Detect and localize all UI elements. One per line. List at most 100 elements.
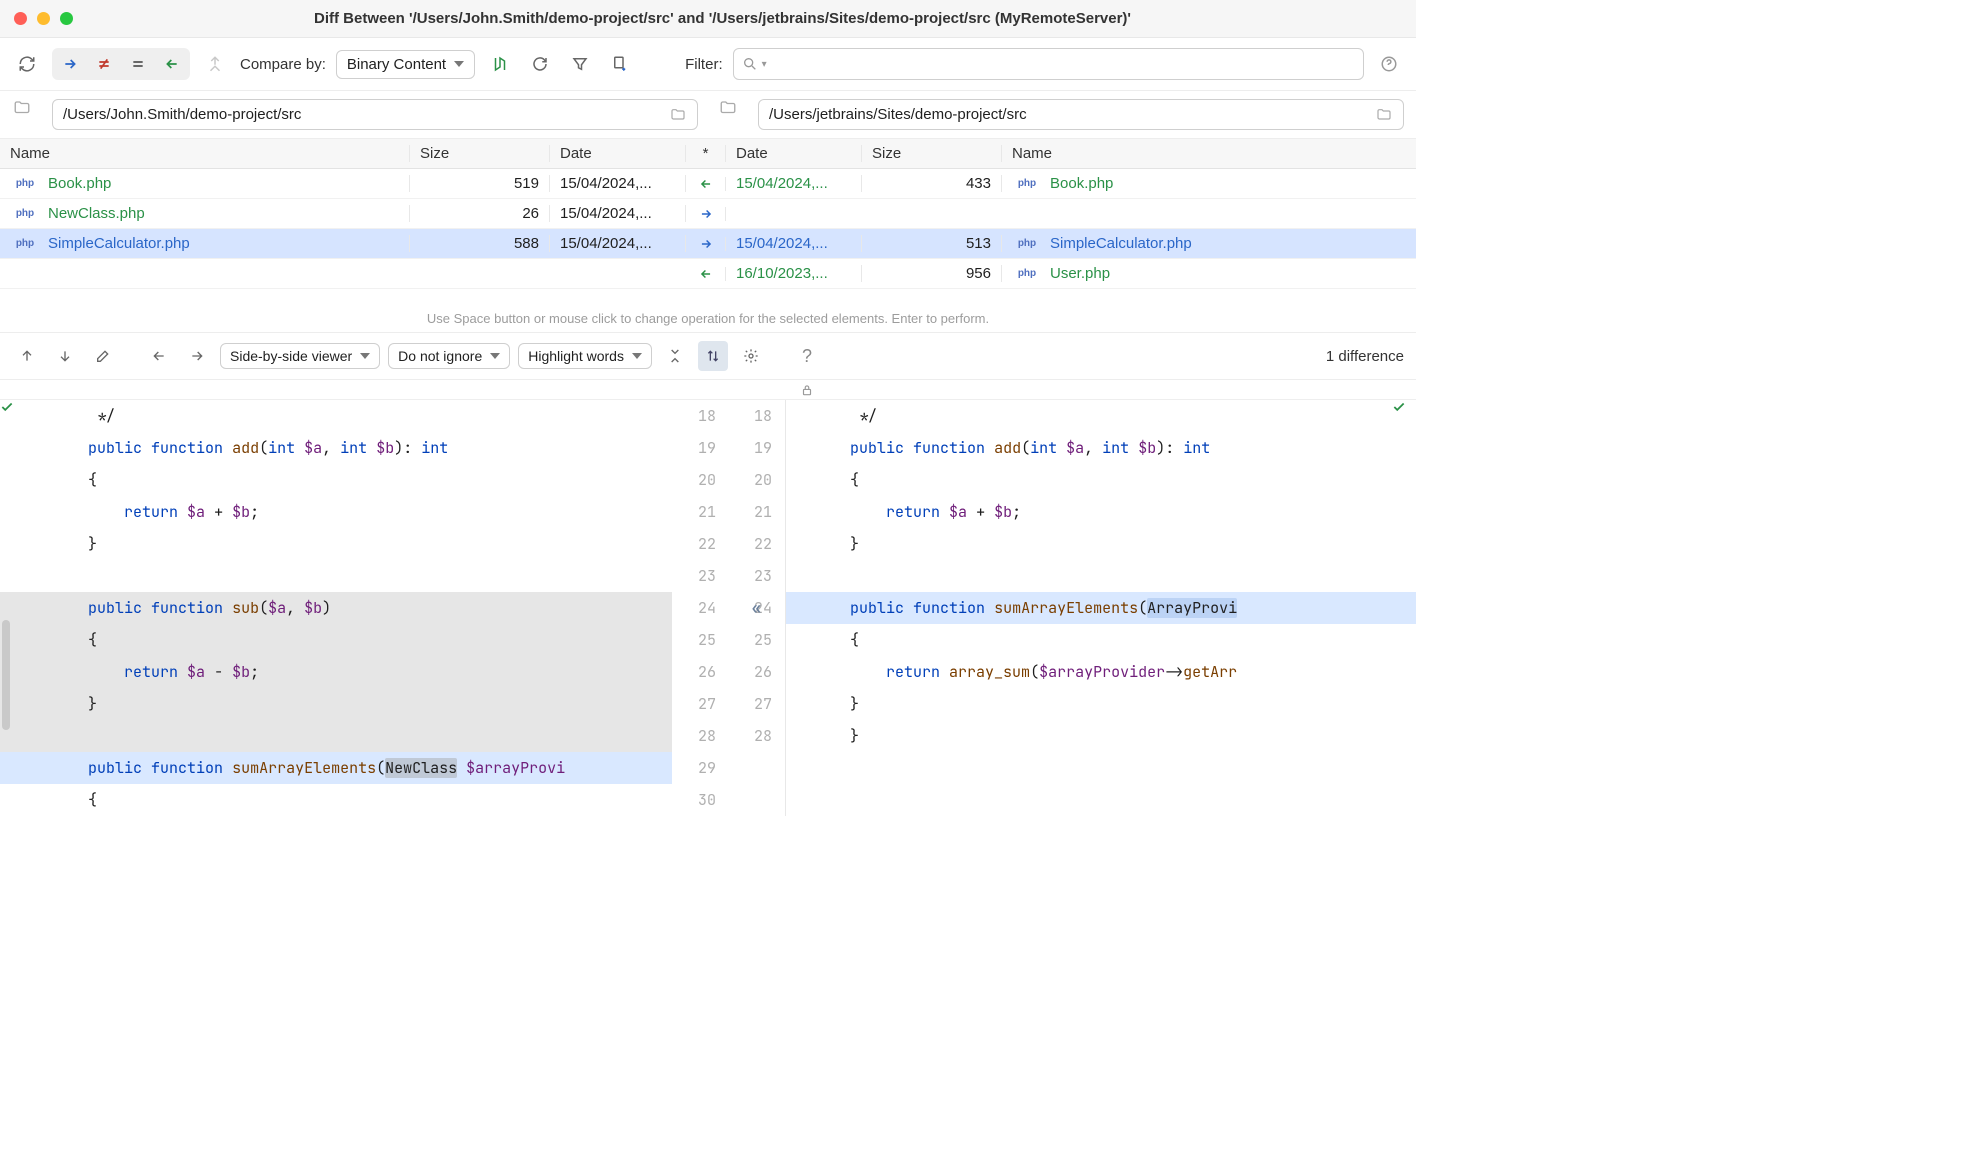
refresh-icon[interactable]: [12, 49, 42, 79]
left-code-pane[interactable]: */ public function add(int $a, int $b): …: [0, 400, 672, 816]
table-row[interactable]: 16/10/2023,... 956 phpUser.php: [0, 259, 1416, 289]
code-line[interactable]: [786, 784, 1392, 816]
maximize-window-button[interactable]: [60, 12, 73, 25]
code-line[interactable]: return $a - $b;: [24, 656, 672, 688]
file-size: 26: [410, 205, 550, 222]
file-date: 15/04/2024,...: [550, 205, 686, 222]
code-line[interactable]: return $a + $b;: [786, 496, 1392, 528]
line-number-left: 27: [672, 688, 728, 720]
highlight-mode-select[interactable]: Highlight words: [518, 343, 652, 369]
php-icon: php: [10, 178, 40, 189]
php-icon: php: [1012, 268, 1042, 279]
viewer-mode-select[interactable]: Side-by-side viewer: [220, 343, 380, 369]
code-line[interactable]: [786, 752, 1392, 784]
php-icon: php: [10, 208, 40, 219]
code-line[interactable]: public function sumArrayElements(NewClas…: [24, 752, 672, 784]
code-line[interactable]: public function sub($a, $b): [24, 592, 672, 624]
code-line[interactable]: {: [24, 464, 672, 496]
op-arrow[interactable]: [686, 177, 726, 191]
copy-left-icon[interactable]: [156, 50, 188, 78]
copy-right-icon[interactable]: [54, 50, 86, 78]
col-date[interactable]: Date: [550, 145, 686, 162]
minimize-window-button[interactable]: [37, 12, 50, 25]
gutter-status: [1392, 528, 1416, 560]
titlebar: Diff Between '/Users/John.Smith/demo-pro…: [0, 0, 1416, 38]
line-number-left: 24: [672, 592, 728, 624]
code-line[interactable]: }: [786, 720, 1392, 752]
gutter-status: [0, 592, 24, 624]
code-line[interactable]: }: [786, 528, 1392, 560]
code-line[interactable]: */: [24, 400, 672, 432]
code-line[interactable]: {: [786, 464, 1392, 496]
not-equal-icon[interactable]: [88, 50, 120, 78]
sync-all-icon[interactable]: [485, 49, 515, 79]
sync-scroll-icon[interactable]: [698, 341, 728, 371]
gutter-status: [0, 560, 24, 592]
code-line[interactable]: public function add(int $a, int $b): int: [24, 432, 672, 464]
code-line[interactable]: {: [24, 784, 672, 816]
table-row[interactable]: phpBook.php 519 15/04/2024,... 15/04/202…: [0, 169, 1416, 199]
hint-text: Use Space button or mouse click to chang…: [0, 289, 1416, 332]
code-line[interactable]: {: [24, 624, 672, 656]
filter-icon[interactable]: [565, 49, 595, 79]
ignore-mode-select[interactable]: Do not ignore: [388, 343, 510, 369]
op-arrow[interactable]: [686, 207, 726, 221]
code-line[interactable]: [24, 560, 672, 592]
line-number-left: 19: [672, 432, 728, 464]
apply-left-icon[interactable]: «: [752, 592, 761, 624]
code-line[interactable]: public function add(int $a, int $b): int: [786, 432, 1392, 464]
close-window-button[interactable]: [14, 12, 27, 25]
code-line[interactable]: */: [786, 400, 1392, 432]
gutter-status: [1392, 656, 1416, 688]
line-gutter: 1818191920202121222223232424«25252626272…: [672, 400, 786, 816]
col-size2[interactable]: Size: [862, 145, 1002, 162]
add-file-icon[interactable]: [605, 49, 635, 79]
code-line[interactable]: return $a + $b;: [24, 496, 672, 528]
code-line[interactable]: }: [786, 688, 1392, 720]
code-line[interactable]: return array_sum($arrayProvider->getArr: [786, 656, 1392, 688]
right-path-field[interactable]: /Users/jetbrains/Sites/demo-project/src: [758, 99, 1404, 130]
browse-icon[interactable]: [1375, 107, 1393, 123]
next-diff-icon[interactable]: [182, 341, 212, 371]
line-number-right: [728, 752, 784, 784]
merge-icon[interactable]: [200, 49, 230, 79]
line-number-left: 28: [672, 720, 728, 752]
code-line[interactable]: }: [24, 528, 672, 560]
scrollbar-left[interactable]: [2, 620, 10, 730]
compare-by-select[interactable]: Binary Content: [336, 50, 475, 79]
code-line[interactable]: {: [786, 624, 1392, 656]
next-file-icon[interactable]: [50, 341, 80, 371]
prev-file-icon[interactable]: [12, 341, 42, 371]
browse-icon[interactable]: [669, 107, 687, 123]
cycle-icon[interactable]: [525, 49, 555, 79]
file-size: 513: [862, 235, 1002, 252]
gutter-status: [0, 784, 24, 816]
code-line[interactable]: [786, 560, 1392, 592]
equal-icon[interactable]: [122, 50, 154, 78]
collapse-icon[interactable]: [660, 341, 690, 371]
code-line[interactable]: public function sumArrayElements(ArrayPr…: [786, 592, 1392, 624]
col-date2[interactable]: Date: [726, 145, 862, 162]
table-row[interactable]: phpSimpleCalculator.php 588 15/04/2024,.…: [0, 229, 1416, 259]
op-arrow[interactable]: [686, 237, 726, 251]
settings-icon[interactable]: [736, 341, 766, 371]
gutter-status: [0, 496, 24, 528]
right-code-pane[interactable]: */ public function add(int $a, int $b): …: [786, 400, 1416, 816]
table-row[interactable]: phpNewClass.php 26 15/04/2024,...: [0, 199, 1416, 229]
gutter-status: [1392, 624, 1416, 656]
filter-input[interactable]: [767, 56, 1355, 73]
help2-icon[interactable]: ?: [792, 341, 822, 371]
code-line[interactable]: }: [24, 688, 672, 720]
edit-icon[interactable]: [88, 341, 118, 371]
php-icon: php: [1012, 178, 1042, 189]
col-size[interactable]: Size: [410, 145, 550, 162]
op-arrow[interactable]: [686, 267, 726, 281]
col-name[interactable]: Name: [0, 145, 410, 162]
col-name2[interactable]: Name: [1002, 145, 1416, 162]
line-number-left: 26: [672, 656, 728, 688]
help-icon[interactable]: [1374, 49, 1404, 79]
prev-diff-icon[interactable]: [144, 341, 174, 371]
col-op[interactable]: *: [686, 145, 726, 162]
left-path-field[interactable]: /Users/John.Smith/demo-project/src: [52, 99, 698, 130]
code-line[interactable]: [24, 720, 672, 752]
